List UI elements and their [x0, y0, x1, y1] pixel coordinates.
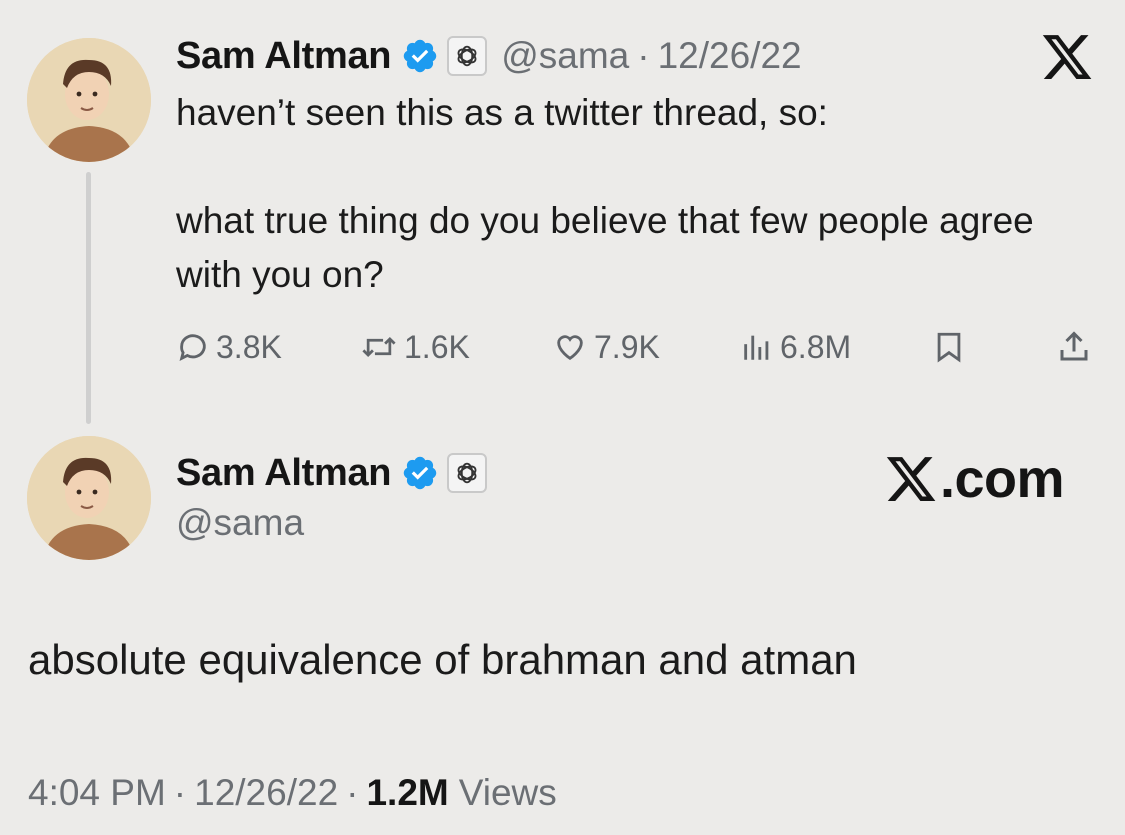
- separator-dot: ·: [637, 35, 650, 76]
- tweet-actions: 3.8K 1.6K 7.9K 6.8M: [176, 322, 1096, 372]
- bookmark-icon: [937, 332, 961, 363]
- views-count: 6.8M: [780, 328, 852, 365]
- avatar[interactable]: [27, 38, 151, 162]
- openai-logo-icon[interactable]: [447, 453, 488, 493]
- x-logo-icon: [886, 457, 936, 501]
- share-icon: [1060, 331, 1088, 361]
- verified-badge-icon: [401, 454, 439, 492]
- retweet-count: 1.6K: [404, 328, 470, 365]
- tweet-meta: 4:04 PM · 12/26/22 · 1.2M Views: [28, 772, 557, 814]
- bookmark-button[interactable]: [932, 322, 972, 372]
- comment-icon: [179, 334, 206, 361]
- reply-button[interactable]: 3.8K: [176, 322, 282, 372]
- brand-domain-text: .com: [940, 449, 1065, 509]
- handle[interactable]: @sama: [176, 502, 304, 544]
- retweet-button[interactable]: 1.6K: [360, 322, 470, 372]
- display-name[interactable]: Sam Altman: [176, 35, 392, 78]
- separator-dot: ·: [173, 772, 187, 813]
- tweet-date[interactable]: 12/26/22: [194, 772, 338, 814]
- views-button[interactable]: 6.8M: [740, 322, 851, 372]
- reply-count: 3.8K: [216, 328, 282, 365]
- avatar-illustration: [27, 436, 151, 560]
- avatar-illustration: [27, 38, 151, 162]
- thread-screenshot: Sam Altman @sama · 12/26/22 haven’t seen…: [0, 0, 1125, 835]
- tweet-text-line: haven’t seen this as a twitter thread, s…: [176, 92, 828, 133]
- verified-badge-icon: [401, 37, 439, 75]
- like-button[interactable]: 7.9K: [552, 322, 660, 372]
- like-count: 7.9K: [594, 328, 660, 365]
- views-label: Views: [458, 772, 557, 813]
- x-logo-icon: [1040, 30, 1094, 84]
- avatar[interactable]: [27, 436, 151, 560]
- reply-header: Sam Altman: [176, 450, 488, 496]
- tweet-header: Sam Altman @sama · 12/26/22: [176, 33, 802, 79]
- tweet-text-line: what true thing do you believe that few …: [176, 200, 1034, 295]
- reply-text: absolute equivalence of brahman and atma…: [28, 636, 857, 683]
- retweet-icon: [362, 336, 396, 358]
- x-com-brand: .com: [884, 448, 1065, 510]
- tweet-time[interactable]: 4:04 PM: [28, 772, 166, 814]
- thread-connector-line: [86, 172, 91, 424]
- openai-logo-icon[interactable]: [447, 36, 488, 76]
- tweet-text: haven’t seen this as a twitter thread, s…: [176, 86, 1096, 302]
- share-button[interactable]: [1056, 322, 1098, 372]
- heart-icon: [557, 335, 583, 361]
- separator-dot: ·: [346, 772, 359, 813]
- handle[interactable]: @sama: [501, 35, 629, 77]
- bar-chart-icon: [744, 335, 769, 360]
- display-name[interactable]: Sam Altman: [176, 452, 392, 495]
- views-count: 1.2M: [366, 772, 449, 813]
- tweet-date[interactable]: 12/26/22: [658, 35, 802, 77]
